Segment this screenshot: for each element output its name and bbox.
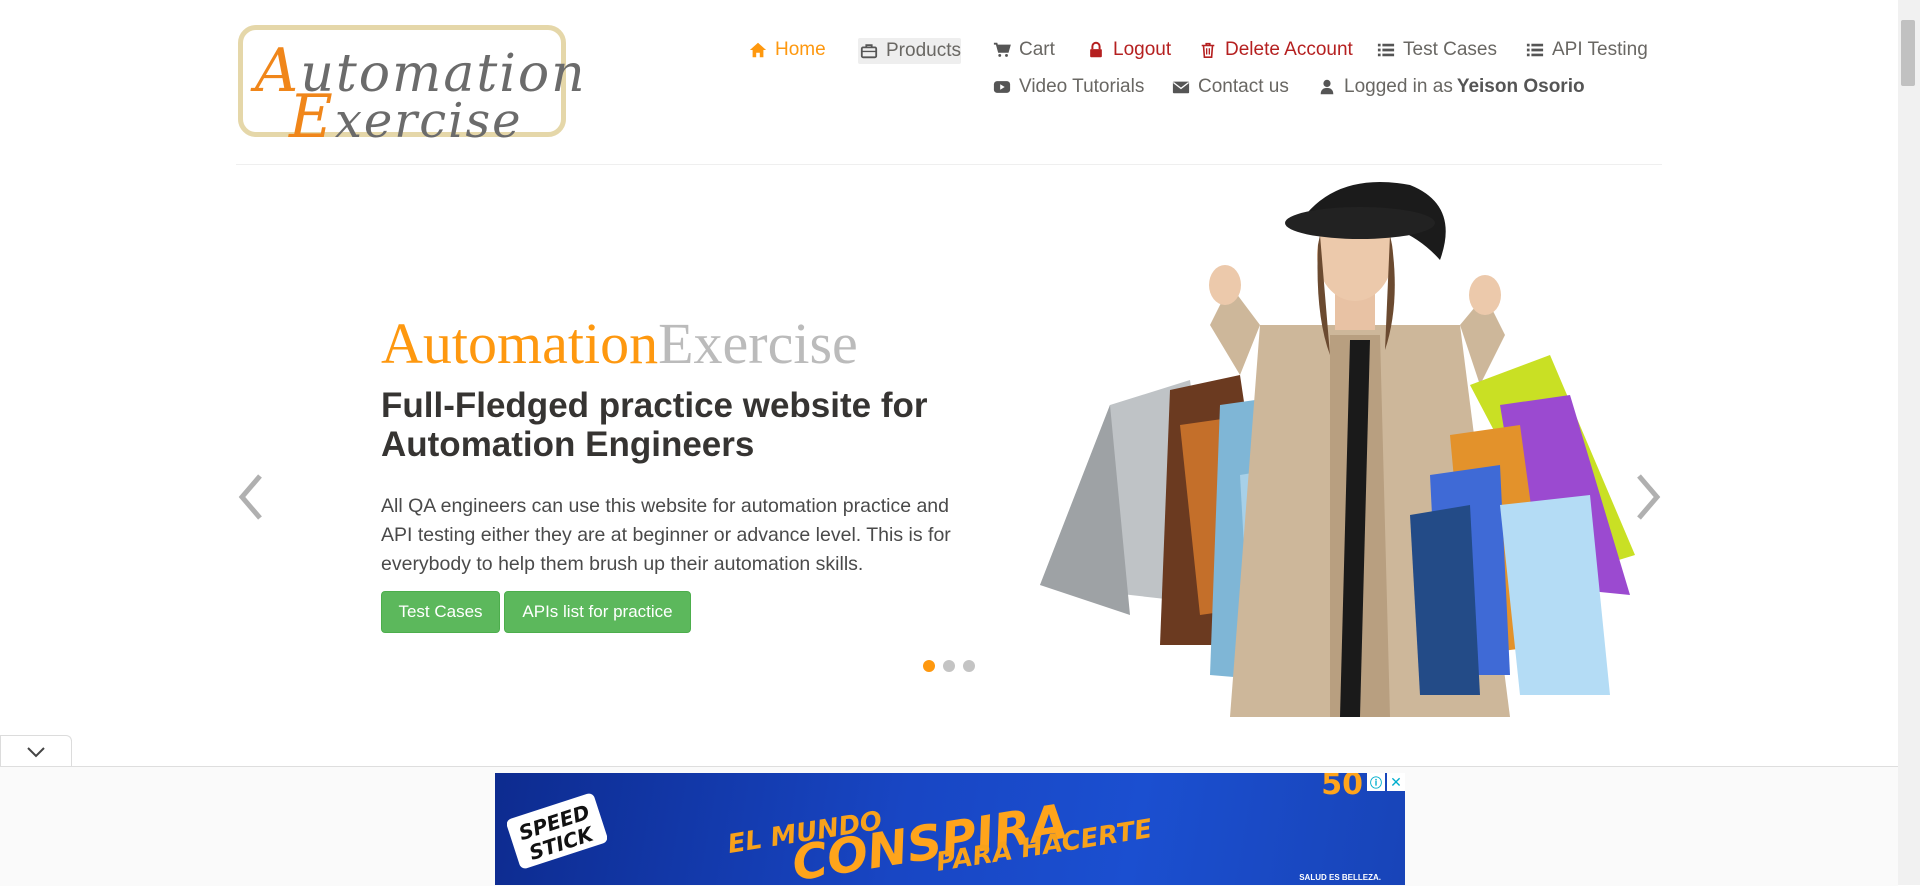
nav-logged-in: Logged in as Yeison Osorio — [1318, 76, 1585, 98]
carousel-indicator-1[interactable] — [923, 660, 935, 672]
list-icon — [1377, 43, 1395, 57]
nav-contact-us-label: Contact us — [1198, 76, 1289, 97]
chevron-left-icon — [238, 474, 262, 520]
nav-delete-account-label: Delete Account — [1225, 39, 1353, 60]
hero-model-image — [1040, 182, 1635, 717]
advertisement-banner[interactable]: SPEED STICK EL MUNDO CONSPIRA PARA HACER… — [495, 773, 1405, 885]
ad-brand-logo: SPEED STICK — [507, 793, 607, 869]
apis-list-button[interactable]: APIs list for practice — [504, 591, 691, 633]
nav-home-label: Home — [775, 39, 826, 60]
list-icon — [1526, 43, 1544, 57]
nav-test-cases[interactable]: Test Cases — [1377, 39, 1497, 61]
logo-line-2: Exercise — [289, 82, 523, 152]
trash-icon — [1201, 42, 1215, 59]
nav-products[interactable]: Products — [858, 38, 961, 64]
header-divider — [236, 164, 1662, 165]
nav-delete-account[interactable]: Delete Account — [1199, 39, 1353, 61]
ad-footer-text: SALUD ES BELLEZA. — [1299, 873, 1381, 882]
home-icon — [749, 42, 767, 58]
nav-video-tutorials-label: Video Tutorials — [1019, 76, 1145, 97]
ad-info-icon[interactable]: ⓘ — [1367, 773, 1385, 791]
ad-corner-text: 50 — [1321, 773, 1363, 802]
scrollbar-thumb[interactable] — [1901, 20, 1915, 86]
envelope-icon — [1172, 81, 1190, 94]
nav-cart[interactable]: Cart — [993, 39, 1055, 61]
logged-in-label: Logged in as — [1344, 76, 1453, 97]
user-icon — [1320, 79, 1334, 95]
nav-video-tutorials[interactable]: Video Tutorials — [993, 76, 1144, 98]
hero-headline: Full-Fledged practice website for Automa… — [381, 386, 928, 464]
site-logo[interactable]: Automation Exercise — [238, 25, 585, 152]
carousel-prev-arrow[interactable] — [236, 472, 266, 527]
chevron-down-icon — [27, 746, 45, 757]
ad-collapse-toggle[interactable] — [0, 735, 72, 767]
nav-products-label: Products — [886, 40, 961, 61]
nav-contact-us[interactable]: Contact us — [1172, 76, 1289, 98]
carousel-indicator-2[interactable] — [943, 660, 955, 672]
carousel-next-arrow[interactable] — [1633, 472, 1663, 527]
nav-logout[interactable]: Logout — [1087, 39, 1171, 61]
carousel-indicator-3[interactable] — [963, 660, 975, 672]
test-cases-button[interactable]: Test Cases — [381, 591, 500, 633]
nav-home[interactable]: Home — [749, 39, 826, 61]
briefcase-icon — [860, 44, 878, 59]
nav-test-cases-label: Test Cases — [1403, 39, 1497, 60]
page-scrollbar[interactable] — [1898, 0, 1920, 885]
ad-close-icon[interactable]: ✕ — [1387, 773, 1405, 791]
youtube-play-icon — [993, 81, 1011, 93]
cart-icon — [993, 42, 1011, 57]
chevron-right-icon — [1637, 474, 1661, 520]
hero-description: All QA engineers can use this website fo… — [381, 495, 951, 575]
logged-in-username: Yeison Osorio — [1456, 76, 1585, 97]
nav-api-testing-label: API Testing — [1552, 39, 1648, 60]
nav-cart-label: Cart — [1019, 39, 1055, 60]
lock-icon — [1090, 41, 1102, 58]
hero-brand-title: AutomationExercise — [381, 311, 858, 376]
nav-logout-label: Logout — [1113, 39, 1172, 60]
nav-api-testing[interactable]: API Testing — [1526, 39, 1648, 61]
